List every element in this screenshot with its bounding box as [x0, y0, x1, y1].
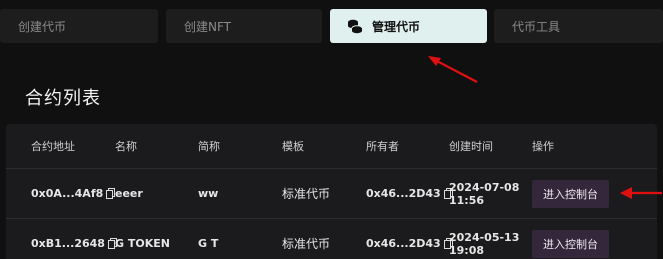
tab-create-token[interactable]: 创建代币 [0, 9, 158, 43]
header-template: 模板 [282, 140, 304, 153]
table-row: 0xB1...2648 G TOKEN G T 标准代币 0x46...2D43… [6, 218, 657, 259]
header-symbol: 简称 [198, 140, 220, 153]
owner-cell: 0x46...2D43 [366, 169, 453, 218]
header-action: 操作 [532, 140, 554, 153]
address-text: 0xB1...2648 [31, 237, 105, 250]
table-header: 合约地址 名称 简称 模板 所有者 创建时间 操作 [6, 124, 657, 168]
address-cell: 0x0A...4Af8 [31, 169, 116, 218]
tab-label: 代币工具 [512, 19, 561, 34]
tab-create-nft[interactable]: 创建NFT [166, 9, 322, 43]
created-date: 2024-05-13 [449, 230, 520, 244]
name-cell: G TOKEN [115, 237, 170, 250]
copy-icon[interactable] [106, 188, 116, 199]
symbol-cell: G T [198, 237, 219, 250]
header-owner: 所有者 [366, 140, 399, 153]
table-row: 0x0A...4Af8 eeer ww 标准代币 0x46...2D43 202… [6, 168, 657, 218]
header-address: 合约地址 [31, 140, 75, 153]
symbol-cell: ww [198, 187, 219, 200]
template-cell: 标准代币 [282, 187, 331, 201]
section-title: 合约列表 [25, 88, 101, 109]
created-date: 2024-07-08 [449, 180, 520, 194]
header-created: 创建时间 [449, 140, 493, 153]
owner-cell: 0x46...2D43 [366, 219, 453, 259]
created-cell: 2024-07-08 11:56 [449, 169, 519, 218]
owner-text: 0x46...2D43 [366, 237, 441, 250]
created-time: 11:56 [449, 193, 485, 207]
tab-label: 创建NFT [184, 19, 231, 34]
tab-bar: 创建代币 创建NFT 管理代币 代币工具 [0, 9, 663, 43]
tab-label: 创建代币 [18, 19, 67, 34]
coins-icon [347, 18, 363, 34]
open-console-button[interactable]: 进入控制台 [532, 229, 609, 258]
created-time: 19:08 [449, 243, 485, 257]
header-name: 名称 [115, 140, 137, 153]
created-cell: 2024-05-13 19:08 [449, 219, 519, 259]
tab-label: 管理代币 [372, 19, 421, 34]
address-cell: 0xB1...2648 [31, 219, 117, 259]
contract-table: 合约地址 名称 简称 模板 所有者 创建时间 操作 0x0A...4Af8 ee… [6, 124, 657, 259]
name-cell: eeer [115, 187, 143, 200]
template-cell: 标准代币 [282, 237, 331, 251]
open-console-button[interactable]: 进入控制台 [532, 179, 609, 208]
address-text: 0x0A...4Af8 [31, 187, 104, 200]
tab-token-tools[interactable]: 代币工具 [494, 9, 663, 43]
action-cell: 进入控制台 [532, 219, 609, 259]
action-cell: 进入控制台 [532, 169, 609, 218]
tab-manage-token[interactable]: 管理代币 [330, 9, 487, 43]
owner-text: 0x46...2D43 [366, 187, 441, 200]
annotation-arrow-icon [428, 56, 478, 83]
